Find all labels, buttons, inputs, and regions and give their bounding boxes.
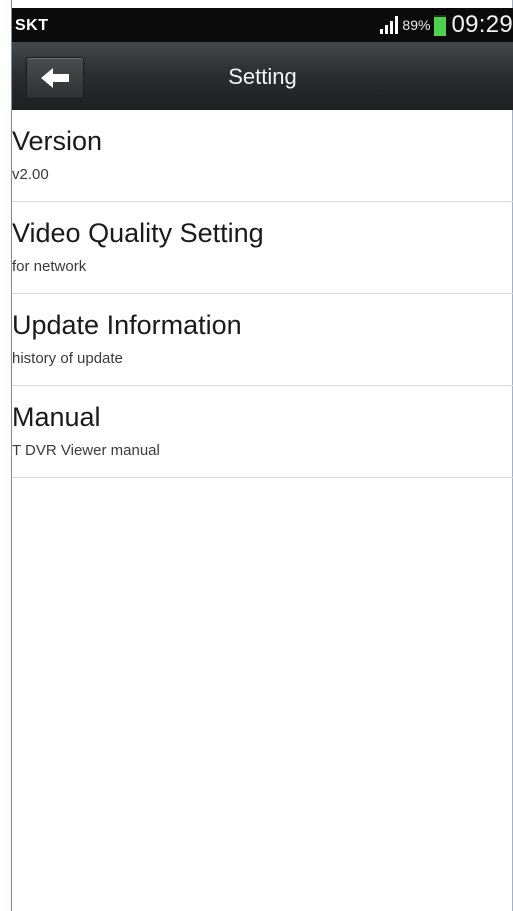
battery-percent: 89% xyxy=(402,17,431,33)
settings-list: Version v2.00 Video Quality Setting for … xyxy=(12,110,513,478)
settings-item-video-quality[interactable]: Video Quality Setting for network xyxy=(12,202,513,294)
settings-item-title: Video Quality Setting xyxy=(12,218,264,248)
status-bar: SKT 89% 09:29 xyxy=(12,8,513,42)
clock: 09:29 xyxy=(451,11,513,38)
settings-item-subtitle: history of update xyxy=(12,350,123,367)
phone-screen: SKT 89% 09:29 Setting Version v2.00 Vide… xyxy=(0,0,513,911)
settings-item-title: Version xyxy=(12,126,103,156)
settings-item-title: Manual xyxy=(12,402,101,432)
settings-item-subtitle: for network xyxy=(12,258,87,275)
settings-item-manual[interactable]: Manual T DVR Viewer manual xyxy=(12,386,513,478)
settings-item-title: Update Information xyxy=(12,310,242,340)
settings-item-subtitle: v2.00 xyxy=(12,166,49,183)
carrier-label: SKT xyxy=(15,17,49,34)
settings-item-version[interactable]: Version v2.00 xyxy=(12,110,513,202)
page-title: Setting xyxy=(228,64,297,89)
action-bar: Setting xyxy=(12,42,513,110)
status-indicators: 89% 09:29 xyxy=(379,8,513,42)
battery-icon xyxy=(434,14,447,36)
settings-item-subtitle: T DVR Viewer manual xyxy=(12,442,160,459)
settings-item-update-information[interactable]: Update Information history of update xyxy=(12,294,513,386)
signal-bars-icon xyxy=(380,16,399,34)
